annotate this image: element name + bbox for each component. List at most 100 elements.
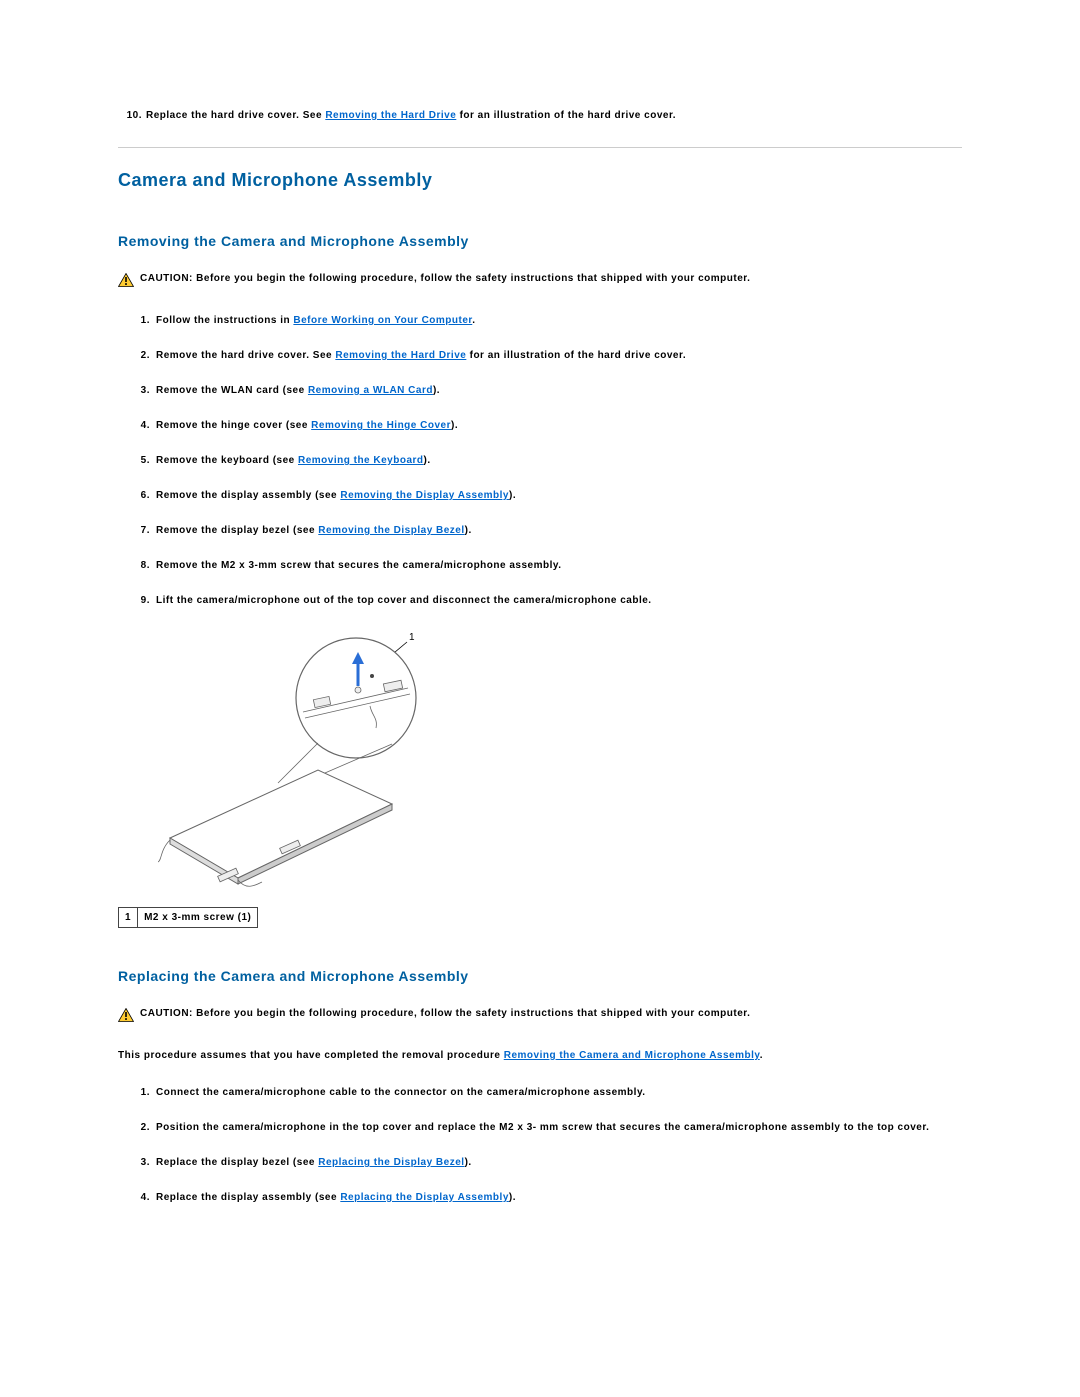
section-divider — [118, 147, 962, 148]
section-heading: Camera and Microphone Assembly — [118, 170, 962, 191]
link-removing-hard-drive[interactable]: Removing the Hard Drive — [325, 110, 456, 121]
text-fragment: ). — [509, 1192, 516, 1203]
step-number: 5. — [132, 453, 156, 468]
text-fragment: for an illustration of the hard drive co… — [456, 110, 676, 121]
text-fragment: Remove the display assembly (see — [156, 490, 340, 501]
step-number: 6. — [132, 488, 156, 503]
step-text: Remove the hard drive cover. See Removin… — [156, 348, 686, 363]
caution-label: CAUTION: — [140, 273, 193, 284]
link-removing-wlan-card[interactable]: Removing a WLAN Card — [308, 385, 433, 396]
text-fragment: Remove the keyboard (see — [156, 455, 298, 466]
step-text: Replace the display bezel (see Replacing… — [156, 1155, 472, 1170]
step-text: Lift the camera/microphone out of the to… — [156, 593, 652, 608]
caution-label: CAUTION: — [140, 1008, 193, 1019]
list-item: 2. Position the camera/microphone in the… — [132, 1120, 962, 1135]
document-page: 10. Replace the hard drive cover. See Re… — [0, 0, 1080, 1397]
step-text: Connect the camera/microphone cable to t… — [156, 1085, 646, 1100]
list-item: 10. Replace the hard drive cover. See Re… — [118, 110, 962, 121]
step-text: Replace the display assembly (see Replac… — [156, 1190, 516, 1205]
list-item: 3. Replace the display bezel (see Replac… — [132, 1155, 962, 1170]
step-number: 2. — [132, 1120, 156, 1135]
text-fragment: ). — [465, 1157, 472, 1168]
link-removing-display-bezel[interactable]: Removing the Display Bezel — [318, 525, 464, 536]
text-fragment: Before you begin the following procedure… — [193, 273, 750, 284]
step-number: 4. — [132, 418, 156, 433]
list-item: 8. Remove the M2 x 3-mm screw that secur… — [132, 558, 962, 573]
step-number: 10. — [118, 110, 146, 121]
list-item: 7. Remove the display bezel (see Removin… — [132, 523, 962, 538]
text-fragment: Remove the hinge cover (see — [156, 420, 311, 431]
illustration: 1 — [158, 628, 458, 888]
legend-label: M2 x 3-mm screw (1) — [138, 908, 258, 928]
caution-icon — [118, 273, 134, 287]
text-fragment: Replace the display assembly (see — [156, 1192, 340, 1203]
text-fragment: Follow the instructions in — [156, 315, 293, 326]
step-text: Remove the M2 x 3-mm screw that secures … — [156, 558, 561, 573]
list-item: 3. Remove the WLAN card (see Removing a … — [132, 383, 962, 398]
link-removing-hinge-cover[interactable]: Removing the Hinge Cover — [311, 420, 451, 431]
intro-paragraph: This procedure assumes that you have com… — [118, 1048, 962, 1063]
step-text: Remove the WLAN card (see Removing a WLA… — [156, 383, 440, 398]
link-replacing-display-bezel[interactable]: Replacing the Display Bezel — [318, 1157, 464, 1168]
step-text: Remove the keyboard (see Removing the Ke… — [156, 453, 431, 468]
text-fragment: . — [760, 1050, 763, 1061]
list-item: 6. Remove the display assembly (see Remo… — [132, 488, 962, 503]
text-fragment: ). — [424, 455, 431, 466]
table-row: 1 M2 x 3-mm screw (1) — [119, 908, 258, 928]
link-removing-hard-drive[interactable]: Removing the Hard Drive — [335, 350, 466, 361]
list-item: 2. Remove the hard drive cover. See Remo… — [132, 348, 962, 363]
link-removing-camera-assembly[interactable]: Removing the Camera and Microphone Assem… — [504, 1050, 760, 1061]
step-text: Remove the hinge cover (see Removing the… — [156, 418, 458, 433]
link-removing-keyboard[interactable]: Removing the Keyboard — [298, 455, 424, 466]
step-text: Remove the display assembly (see Removin… — [156, 488, 516, 503]
link-replacing-display-assembly[interactable]: Replacing the Display Assembly — [340, 1192, 509, 1203]
step-number: 8. — [132, 558, 156, 573]
step-number: 7. — [132, 523, 156, 538]
list-item: 5. Remove the keyboard (see Removing the… — [132, 453, 962, 468]
step-number: 4. — [132, 1190, 156, 1205]
caution-text: CAUTION: Before you begin the following … — [140, 273, 750, 284]
list-item: 9. Lift the camera/microphone out of the… — [132, 593, 962, 608]
svg-text:1: 1 — [409, 632, 415, 643]
text-fragment: ). — [509, 490, 516, 501]
text-fragment: ). — [465, 525, 472, 536]
text-fragment: for an illustration of the hard drive co… — [466, 350, 686, 361]
link-before-working[interactable]: Before Working on Your Computer — [293, 315, 472, 326]
subsection-heading-replacing: Replacing the Camera and Microphone Asse… — [118, 968, 962, 984]
figure-camera-assembly: 1 — [158, 628, 962, 891]
removing-steps-list: 1. Follow the instructions in Before Wor… — [132, 313, 962, 608]
text-fragment: ). — [451, 420, 458, 431]
text-fragment: Replace the display bezel (see — [156, 1157, 318, 1168]
preceding-step-list: 10. Replace the hard drive cover. See Re… — [118, 110, 962, 121]
text-fragment: . — [472, 315, 475, 326]
text-fragment: Remove the display bezel (see — [156, 525, 318, 536]
text-fragment: Remove the hard drive cover. See — [156, 350, 335, 361]
list-item: 1. Follow the instructions in Before Wor… — [132, 313, 962, 328]
caution-notice: CAUTION: Before you begin the following … — [118, 273, 962, 287]
legend-index: 1 — [119, 908, 138, 928]
list-item: 4. Replace the display assembly (see Rep… — [132, 1190, 962, 1205]
text-fragment: Replace the hard drive cover. See — [146, 110, 325, 121]
list-item: 1. Connect the camera/microphone cable t… — [132, 1085, 962, 1100]
step-number: 3. — [132, 1155, 156, 1170]
link-removing-display-assembly[interactable]: Removing the Display Assembly — [340, 490, 509, 501]
text-fragment: ). — [433, 385, 440, 396]
step-number: 3. — [132, 383, 156, 398]
text-fragment: Remove the WLAN card (see — [156, 385, 308, 396]
caution-notice: CAUTION: Before you begin the following … — [118, 1008, 962, 1022]
text-fragment: This procedure assumes that you have com… — [118, 1050, 504, 1061]
step-number: 9. — [132, 593, 156, 608]
step-number: 1. — [132, 1085, 156, 1100]
step-number: 2. — [132, 348, 156, 363]
caution-icon — [118, 1008, 134, 1022]
subsection-heading-removing: Removing the Camera and Microphone Assem… — [118, 233, 962, 249]
step-text: Replace the hard drive cover. See Removi… — [146, 110, 676, 121]
list-item: 4. Remove the hinge cover (see Removing … — [132, 418, 962, 433]
step-text: Position the camera/microphone in the to… — [156, 1120, 929, 1135]
step-text: Remove the display bezel (see Removing t… — [156, 523, 472, 538]
step-text: Follow the instructions in Before Workin… — [156, 313, 476, 328]
caution-text: CAUTION: Before you begin the following … — [140, 1008, 750, 1019]
replacing-steps-list: 1. Connect the camera/microphone cable t… — [132, 1085, 962, 1205]
step-number: 1. — [132, 313, 156, 328]
figure-legend: 1 M2 x 3-mm screw (1) — [118, 907, 258, 928]
